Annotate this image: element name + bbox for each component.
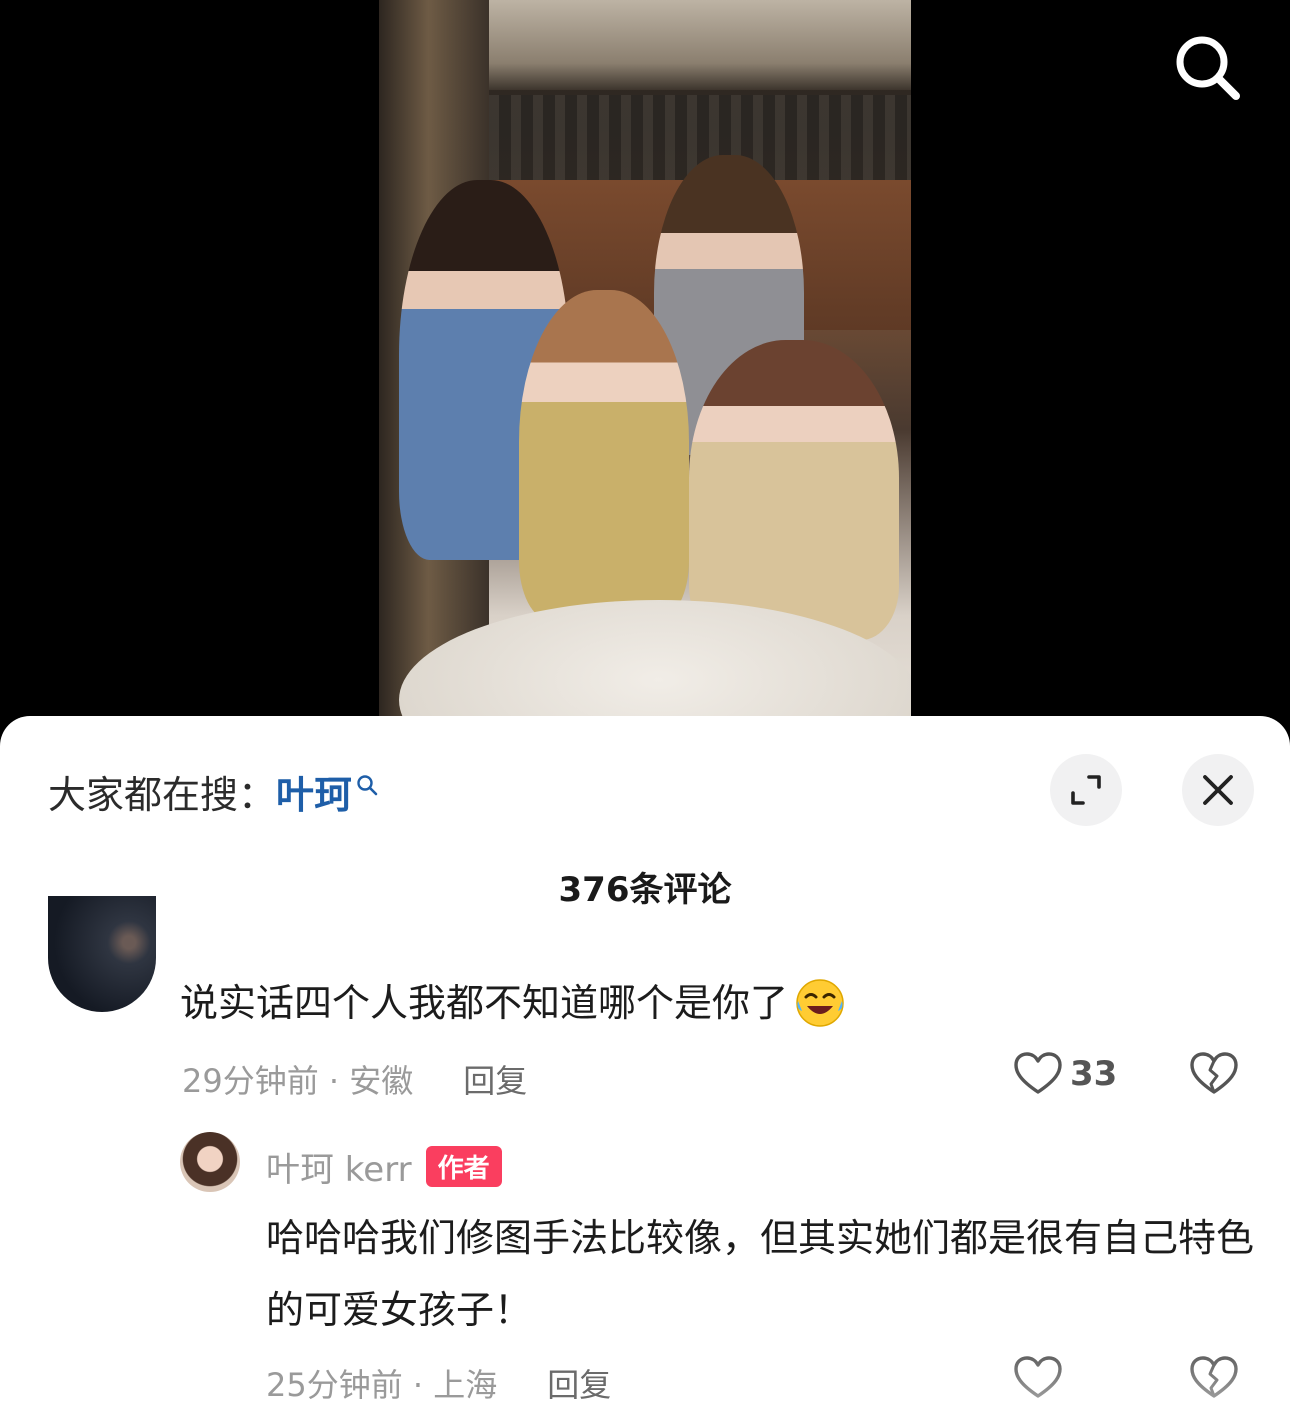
reply-button[interactable]: 回复 (463, 1056, 527, 1102)
heart-icon (1014, 1052, 1062, 1094)
video-area[interactable] (0, 0, 1290, 760)
comment-author-row: 叶珂 kerr 作者 (266, 1142, 502, 1191)
trending-prefix: 大家都在搜： (48, 773, 277, 817)
avatar[interactable] (48, 896, 156, 1012)
like-count: 33 (1070, 1054, 1118, 1094)
heart-icon (1014, 1356, 1062, 1398)
comment-time-location: 29分钟前 · 安徽 (182, 1062, 414, 1100)
avatar[interactable] (180, 1132, 240, 1192)
like-button[interactable]: 33 (1014, 1052, 1117, 1096)
author-badge: 作者 (425, 1146, 502, 1187)
broken-heart-icon (1190, 1052, 1238, 1094)
comment-meta: 25分钟前 · 上海 回复 (266, 1360, 611, 1406)
trending-search[interactable]: 大家都在搜： 叶珂 (48, 764, 378, 819)
comment-body: 哈哈哈我们修图手法比较像，但其实她们都是很有自己特色的可爱女孩子！ (266, 1216, 1255, 1332)
search-icon (1176, 36, 1240, 100)
close-button[interactable] (1182, 754, 1254, 826)
search-button[interactable] (1172, 32, 1242, 102)
photo-person (519, 290, 689, 620)
rolling-laughing-emoji (796, 979, 844, 1027)
comment-text: 说实话四个人我都不知道哪个是你了 (180, 968, 846, 1038)
comment-meta: 29分钟前 · 安徽 回复 (182, 1056, 527, 1102)
like-button[interactable] (1014, 1356, 1062, 1400)
post-photo[interactable] (379, 0, 911, 716)
comment-time-location: 25分钟前 · 上海 (266, 1366, 498, 1404)
dislike-button[interactable] (1190, 1356, 1238, 1404)
comment-author[interactable]: 叶珂 kerr (266, 1142, 412, 1191)
trending-keyword[interactable]: 叶珂 (276, 764, 352, 819)
comment-body: 说实话四个人我都不知道哪个是你了 (180, 981, 789, 1025)
comment-count: 376条评论 (558, 870, 732, 910)
expand-button[interactable] (1050, 754, 1122, 826)
broken-heart-icon (1190, 1356, 1238, 1398)
close-icon (1203, 775, 1233, 805)
photo-person (689, 340, 899, 640)
search-small-icon (357, 774, 378, 795)
comment-sheet: 大家都在搜： 叶珂 376条评论 说实话四个人我都不知道哪个是你了 29分钟前 … (0, 716, 1290, 1416)
expand-icon (1071, 775, 1101, 805)
dislike-button[interactable] (1190, 1052, 1238, 1100)
reply-button[interactable]: 回复 (547, 1360, 611, 1406)
